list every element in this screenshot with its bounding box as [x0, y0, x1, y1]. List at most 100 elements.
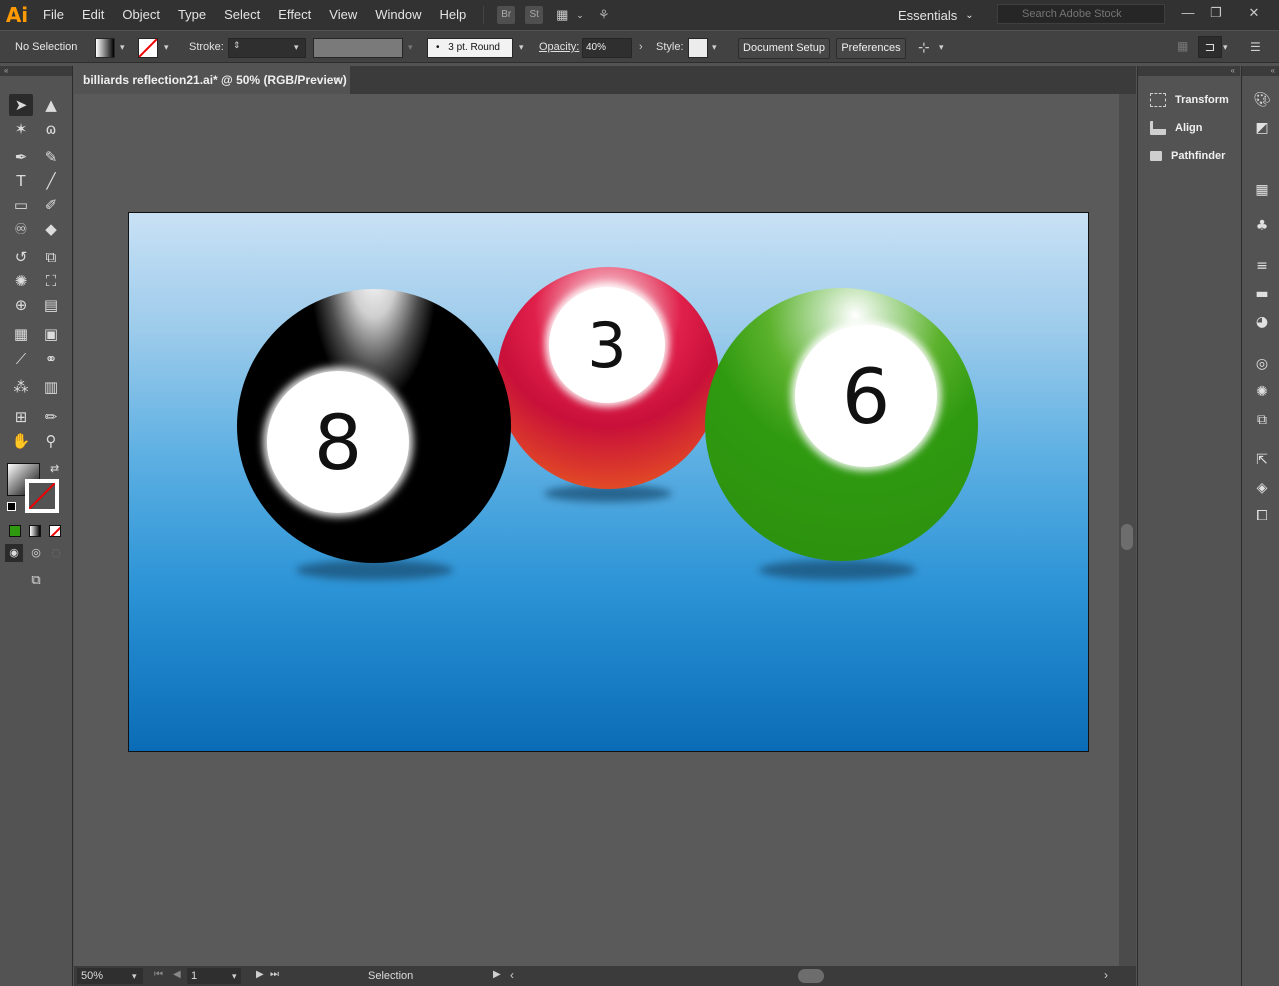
- chevron-right-icon[interactable]: ›: [639, 41, 643, 53]
- stroke-panel-icon[interactable]: ≡: [1253, 258, 1271, 274]
- shape-builder-tool-icon[interactable]: ⊕: [9, 294, 33, 316]
- chevron-down-icon[interactable]: ▾: [120, 42, 125, 53]
- free-transform-tool-icon[interactable]: ⛶: [39, 270, 63, 292]
- previous-artboard-icon[interactable]: ◀: [173, 969, 181, 980]
- color-panel-icon[interactable]: 🎨︎: [1253, 92, 1271, 108]
- scroll-left-icon[interactable]: ‹: [510, 968, 514, 982]
- variable-width-profile[interactable]: [313, 38, 403, 58]
- menu-edit[interactable]: Edit: [73, 0, 113, 30]
- menu-type[interactable]: Type: [169, 0, 215, 30]
- eraser-tool-icon[interactable]: ◆: [39, 218, 63, 240]
- menu-object[interactable]: Object: [113, 0, 169, 30]
- rotate-tool-icon[interactable]: ↺: [9, 246, 33, 268]
- graphic-style-swatch[interactable]: [688, 38, 708, 58]
- mesh-tool-icon[interactable]: ▦: [9, 323, 33, 345]
- align-options-icon[interactable]: ⊹: [918, 39, 930, 56]
- first-artboard-icon[interactable]: ⏮: [154, 969, 163, 980]
- menu-view[interactable]: View: [320, 0, 366, 30]
- symbol-sprayer-tool-icon[interactable]: ⁂: [9, 376, 33, 398]
- gpu-performance-icon[interactable]: ⚘: [595, 6, 613, 24]
- fill-swatch[interactable]: [95, 38, 115, 58]
- rectangle-tool-icon[interactable]: ▭: [9, 194, 33, 216]
- menu-list-icon[interactable]: ☰: [1250, 40, 1261, 54]
- line-tool-icon[interactable]: ╱: [39, 170, 63, 192]
- default-colors-icon[interactable]: [7, 502, 16, 511]
- warp-tool-icon[interactable]: ✺: [9, 270, 33, 292]
- hand-tool-icon[interactable]: ✋: [9, 430, 33, 452]
- direct-selection-tool-icon[interactable]: ▲: [39, 94, 63, 116]
- menu-file[interactable]: File: [34, 0, 73, 30]
- search-stock-input[interactable]: [997, 4, 1165, 24]
- pen-tool-icon[interactable]: ✒: [9, 146, 33, 168]
- workspace-switcher[interactable]: Essentials ⌄: [898, 0, 974, 30]
- next-artboard-icon[interactable]: ▶: [256, 969, 264, 980]
- artboard-tool-icon[interactable]: ⊞: [9, 406, 33, 428]
- color-guide-icon[interactable]: ◩: [1253, 120, 1271, 136]
- document-tab[interactable]: billiards reflection21.ai* @ 50% (RGB/Pr…: [74, 66, 350, 94]
- horizontal-scrollbar-thumb[interactable]: [798, 969, 824, 983]
- selection-tool-icon[interactable]: ➤: [9, 94, 33, 116]
- draw-inside-icon[interactable]: ◌: [47, 544, 65, 562]
- arrange-documents-icon[interactable]: ▦: [553, 6, 571, 24]
- menu-window[interactable]: Window: [366, 0, 430, 30]
- transparency-panel-icon[interactable]: ◕: [1253, 314, 1271, 330]
- artboard[interactable]: 3 8 6: [128, 212, 1089, 752]
- chevron-down-icon[interactable]: ▾: [1223, 42, 1228, 53]
- color-mode-icon[interactable]: [9, 525, 21, 537]
- menu-select[interactable]: Select: [215, 0, 269, 30]
- collapse-dock-icon[interactable]: «: [1242, 66, 1279, 76]
- curvature-tool-icon[interactable]: ✎: [39, 146, 63, 168]
- eyedropper-tool-icon[interactable]: ⟋: [9, 348, 33, 370]
- billiard-ball-6[interactable]: 6: [705, 288, 978, 561]
- last-artboard-icon[interactable]: ⏭: [270, 969, 279, 980]
- document-setup-button[interactable]: Document Setup: [738, 38, 830, 59]
- gradient-panel-icon[interactable]: ▬: [1253, 286, 1271, 302]
- stepper-icon[interactable]: ⇕: [233, 40, 241, 51]
- panel-toggle-icon[interactable]: ⊐: [1198, 36, 1222, 58]
- chevron-down-icon[interactable]: ▾: [232, 971, 237, 982]
- scrollbar-thumb[interactable]: [1121, 524, 1133, 550]
- slice-tool-icon[interactable]: ✏: [39, 406, 63, 428]
- restore-button[interactable]: ❐: [1202, 3, 1230, 25]
- paintbrush-tool-icon[interactable]: ✐: [39, 194, 63, 216]
- status-menu-icon[interactable]: ▶: [493, 969, 501, 980]
- chevron-down-icon[interactable]: ▾: [294, 42, 299, 53]
- artboards-panel-icon[interactable]: ⧠: [1253, 508, 1271, 524]
- menu-effect[interactable]: Effect: [269, 0, 320, 30]
- stock-icon[interactable]: St: [525, 6, 544, 24]
- chevron-down-icon[interactable]: ▾: [164, 42, 169, 53]
- gradient-tool-icon[interactable]: ▣: [39, 323, 63, 345]
- brush-definition[interactable]: • 3 pt. Round: [427, 38, 513, 58]
- graphic-styles-icon[interactable]: ✺: [1253, 384, 1271, 400]
- libraries-icon[interactable]: ⧉: [1253, 412, 1271, 428]
- gradient-mode-icon[interactable]: [29, 525, 41, 537]
- billiard-ball-8[interactable]: 8: [237, 289, 511, 563]
- screen-mode-icon[interactable]: ⧉: [24, 570, 48, 592]
- swatches-icon[interactable]: ▦: [1253, 182, 1271, 198]
- draw-normal-icon[interactable]: ◉: [5, 544, 23, 562]
- perspective-grid-tool-icon[interactable]: ▤: [39, 294, 63, 316]
- asset-export-icon[interactable]: ⇱: [1253, 452, 1271, 468]
- swap-colors-icon[interactable]: ⇄: [50, 462, 59, 475]
- draw-behind-icon[interactable]: ◎: [27, 544, 45, 562]
- lasso-tool-icon[interactable]: ɷ: [39, 118, 63, 140]
- chevron-down-icon[interactable]: ▾: [939, 42, 944, 53]
- layers-icon[interactable]: ◈: [1253, 480, 1271, 496]
- blend-tool-icon[interactable]: ⚭: [39, 348, 63, 370]
- collapse-icon[interactable]: «: [0, 66, 72, 76]
- zoom-tool-icon[interactable]: ⚲: [39, 430, 63, 452]
- close-tab-icon[interactable]: ×: [334, 66, 341, 94]
- scroll-right-icon[interactable]: ›: [1104, 968, 1108, 982]
- symbols-icon[interactable]: ♣: [1253, 218, 1271, 234]
- chevron-down-icon[interactable]: ▾: [519, 42, 524, 53]
- shaper-tool-icon[interactable]: ♾: [9, 218, 33, 240]
- stroke-swatch[interactable]: [138, 38, 158, 58]
- align-panel-tab[interactable]: Align: [1150, 118, 1203, 138]
- none-mode-icon[interactable]: [49, 525, 61, 537]
- billiard-ball-3[interactable]: 3: [497, 267, 719, 489]
- type-tool-icon[interactable]: T: [9, 170, 33, 192]
- appearance-panel-icon[interactable]: ◎: [1253, 356, 1271, 372]
- preferences-button[interactable]: Preferences: [836, 38, 906, 59]
- opacity-label[interactable]: Opacity:: [539, 41, 579, 53]
- stroke-color-swatch[interactable]: [25, 479, 59, 513]
